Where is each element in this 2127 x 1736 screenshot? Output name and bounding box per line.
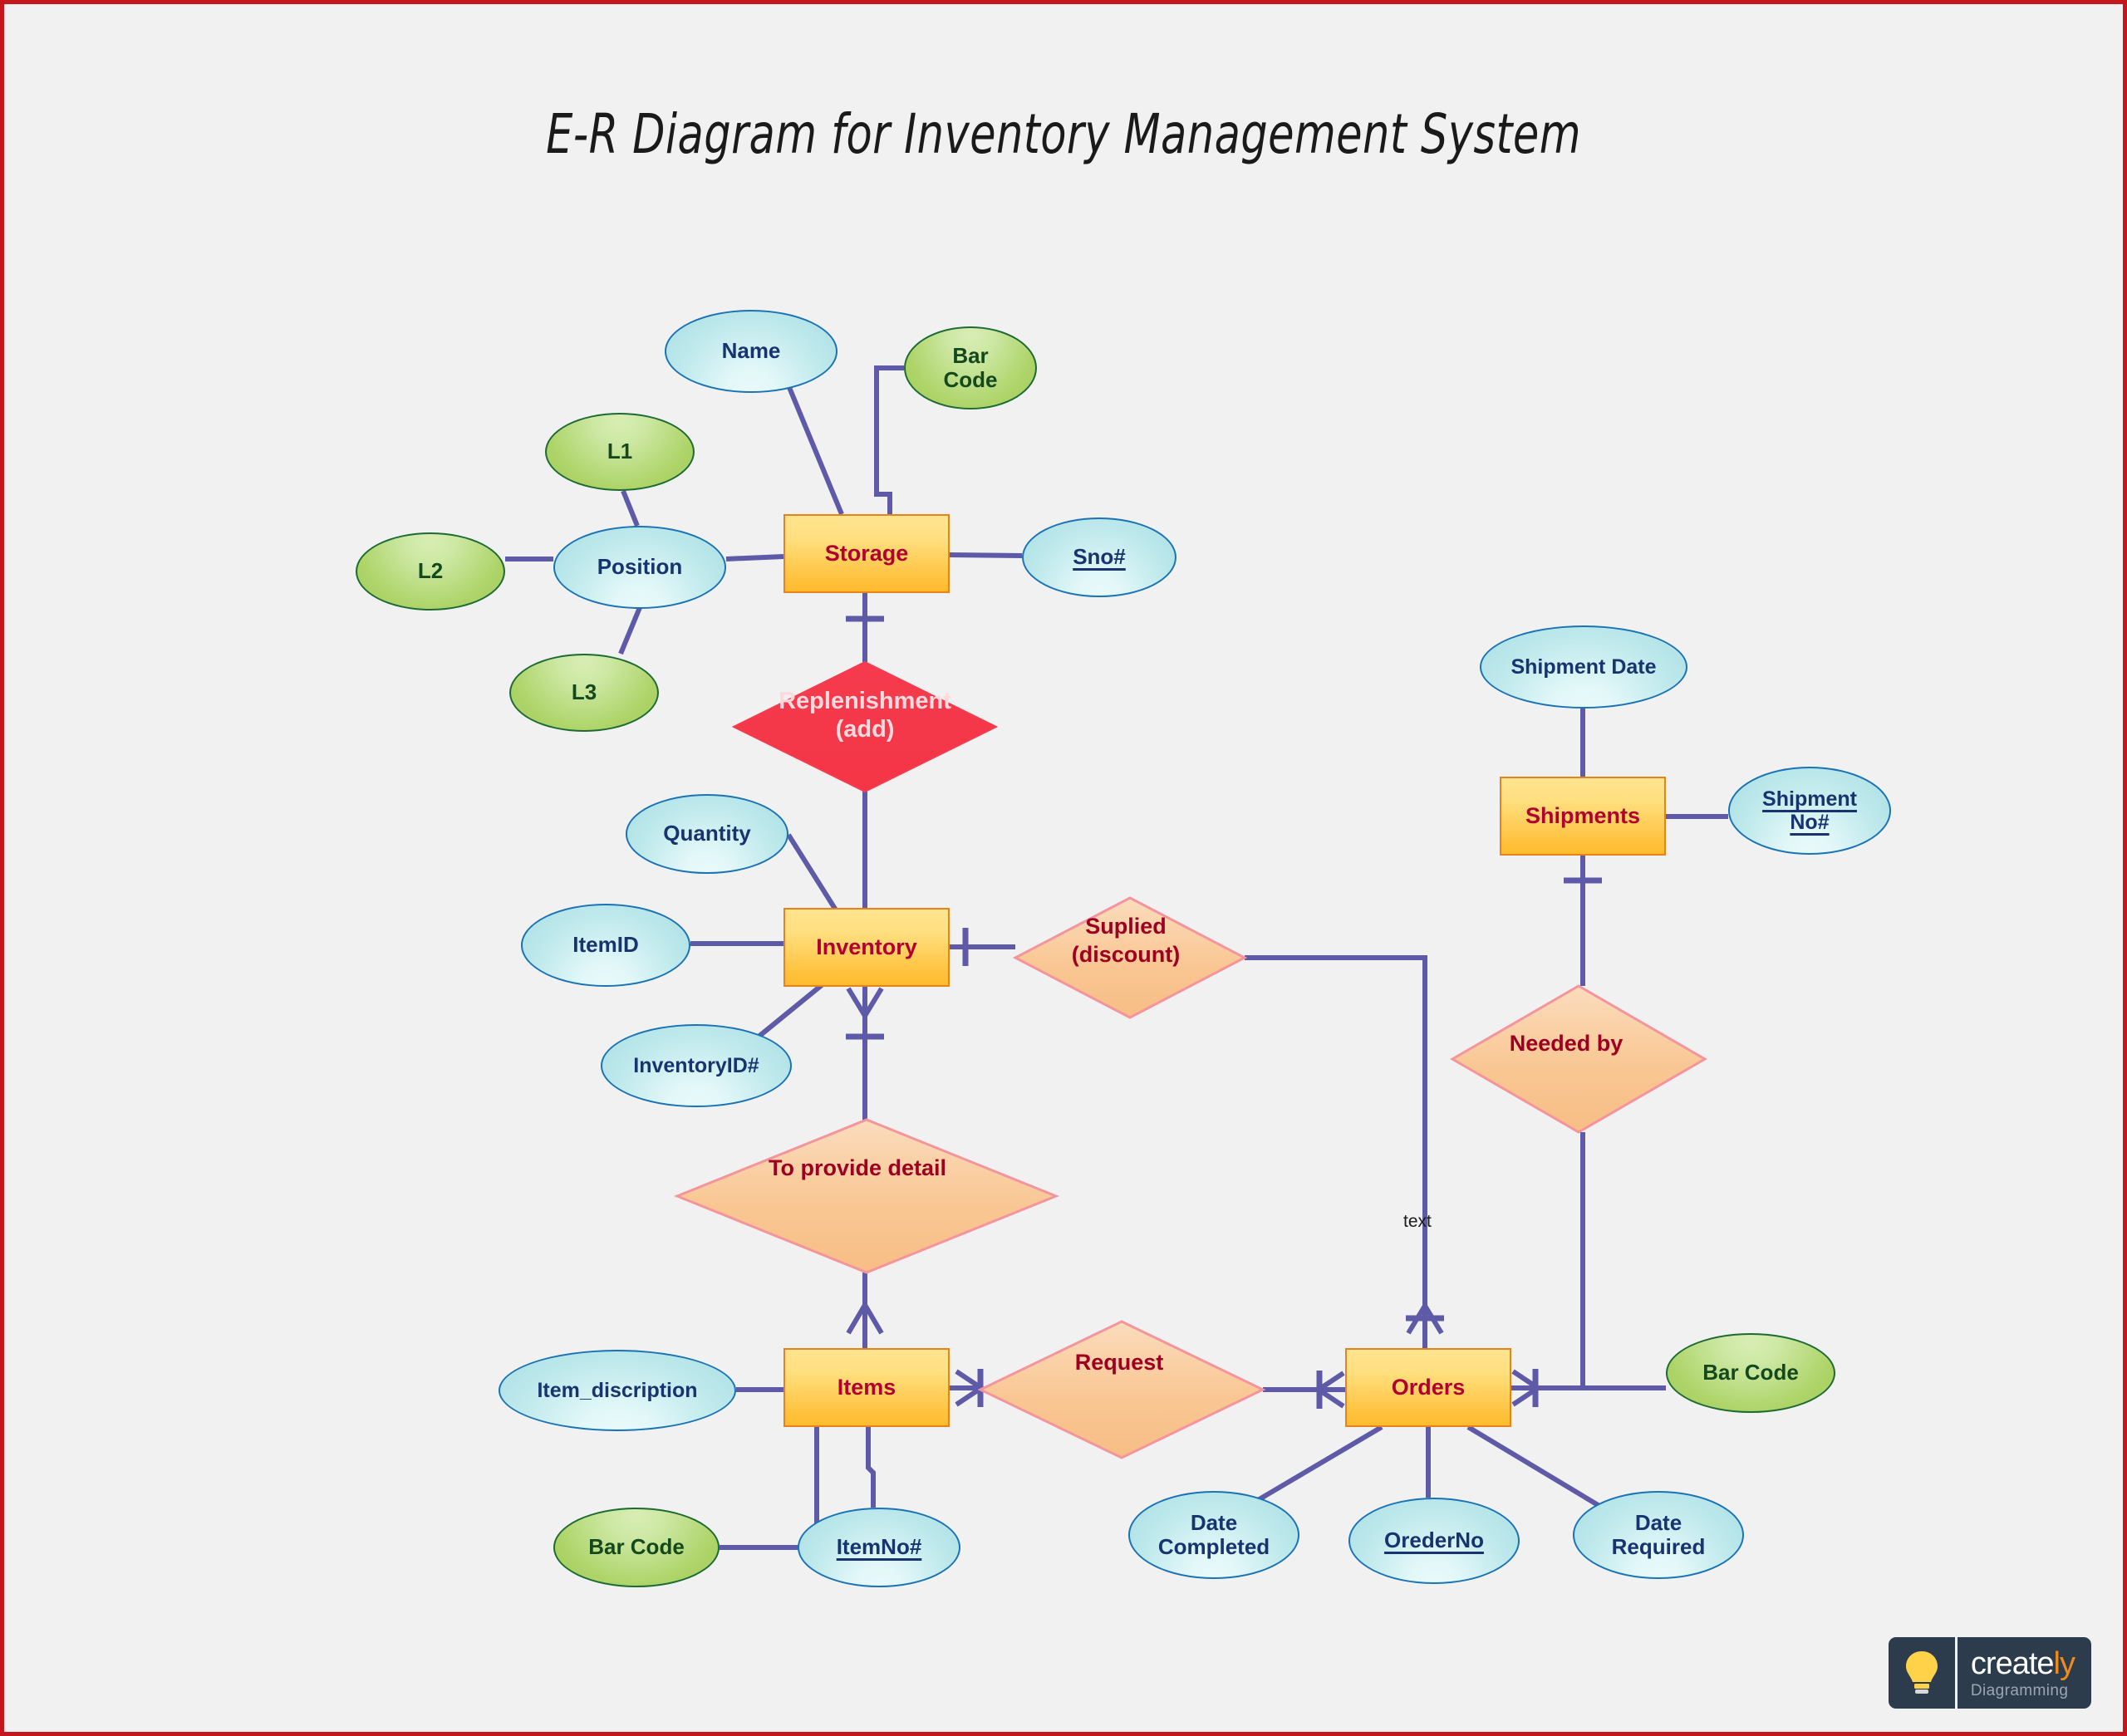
relationship-suplied bbox=[1012, 896, 1248, 1019]
attribute-label: Sno# bbox=[1073, 544, 1126, 570]
attribute-name[interactable]: Name bbox=[665, 310, 838, 393]
attribute-l1[interactable]: L1 bbox=[545, 413, 695, 491]
entity-label: Items bbox=[837, 1375, 896, 1400]
attribute-inventoryid[interactable]: InventoryID# bbox=[601, 1024, 792, 1107]
attribute-position[interactable]: Position bbox=[553, 526, 726, 609]
attribute-label: OrederNo bbox=[1384, 1528, 1484, 1553]
attribute-shipment-date[interactable]: Shipment Date bbox=[1480, 625, 1687, 709]
entity-label: Orders bbox=[1391, 1375, 1466, 1400]
attribute-label: L1 bbox=[607, 439, 633, 464]
attribute-label: Quantity bbox=[663, 821, 751, 846]
attribute-label: ItemNo# bbox=[836, 1534, 922, 1560]
connector-layer bbox=[505, 360, 1728, 1550]
entity-label: Storage bbox=[824, 541, 909, 566]
attribute-label: InventoryID# bbox=[633, 1054, 759, 1077]
attribute-label: Bar Code bbox=[1702, 1360, 1799, 1385]
lightbulb-icon bbox=[1888, 1637, 1955, 1709]
logo-tagline: Diagramming bbox=[1970, 1681, 2069, 1699]
attribute-label: Date Completed bbox=[1157, 1509, 1270, 1559]
attribute-bar-code-storage[interactable]: Bar Code bbox=[904, 326, 1037, 409]
attribute-label: ItemID bbox=[572, 932, 639, 958]
attribute-label: Position bbox=[597, 554, 683, 580]
attribute-label: L2 bbox=[417, 558, 444, 584]
attribute-label: Shipment Date bbox=[1511, 655, 1657, 679]
attribute-item-no[interactable]: ItemNo# bbox=[798, 1508, 960, 1587]
attribute-quantity[interactable]: Quantity bbox=[626, 794, 788, 874]
attribute-label: Shipment No# bbox=[1762, 787, 1857, 834]
attribute-label: L3 bbox=[571, 679, 597, 705]
creately-logo[interactable]: creately Diagramming bbox=[1888, 1637, 2091, 1709]
relationship-needed-by bbox=[1450, 984, 1707, 1134]
relationship-to-provide-detail bbox=[673, 1118, 1060, 1274]
logo-text-panel: creately Diagramming bbox=[1957, 1637, 2091, 1709]
attribute-date-completed[interactable]: Date Completed bbox=[1128, 1491, 1299, 1579]
entity-inventory[interactable]: Inventory bbox=[784, 908, 950, 987]
entity-label: Shipments bbox=[1525, 803, 1641, 829]
diagram-canvas: E-R Diagram for Inventory Management Sys… bbox=[0, 0, 2127, 1736]
relationship-label-replenishment: Replenishment (add) bbox=[779, 688, 951, 743]
attribute-shipment-no[interactable]: Shipment No# bbox=[1728, 767, 1891, 855]
attribute-label: Item_discription bbox=[537, 1379, 698, 1402]
attribute-l2[interactable]: L2 bbox=[356, 532, 505, 611]
edge-label-text: text bbox=[1403, 1212, 1432, 1231]
attribute-l3[interactable]: L3 bbox=[509, 654, 659, 732]
logo-wordmark-main: create bbox=[1970, 1645, 2055, 1681]
relationship-request bbox=[977, 1320, 1266, 1459]
attribute-label: Name bbox=[721, 338, 781, 364]
attribute-itemid[interactable]: ItemID bbox=[521, 904, 690, 987]
entity-shipments[interactable]: Shipments bbox=[1500, 777, 1666, 856]
attribute-label: Date Required bbox=[1611, 1509, 1706, 1559]
attribute-sno[interactable]: Sno# bbox=[1022, 517, 1176, 597]
attribute-label: Bar Code bbox=[943, 342, 998, 392]
attribute-date-required[interactable]: Date Required bbox=[1573, 1491, 1744, 1579]
entity-storage[interactable]: Storage bbox=[784, 514, 950, 593]
entity-orders[interactable]: Orders bbox=[1345, 1348, 1511, 1427]
entity-items[interactable]: Items bbox=[784, 1348, 950, 1427]
logo-wordmark: creately bbox=[1971, 1648, 2075, 1680]
entity-label: Inventory bbox=[816, 934, 917, 960]
attribute-bar-code-items[interactable]: Bar Code bbox=[553, 1508, 720, 1587]
attribute-oreder-no[interactable]: OrederNo bbox=[1348, 1498, 1520, 1584]
attribute-label: Bar Code bbox=[588, 1534, 685, 1560]
attribute-item-discription[interactable]: Item_discription bbox=[499, 1350, 736, 1431]
logo-wordmark-accent: ly bbox=[2053, 1645, 2075, 1681]
attribute-bar-code-orders[interactable]: Bar Code bbox=[1666, 1333, 1835, 1413]
